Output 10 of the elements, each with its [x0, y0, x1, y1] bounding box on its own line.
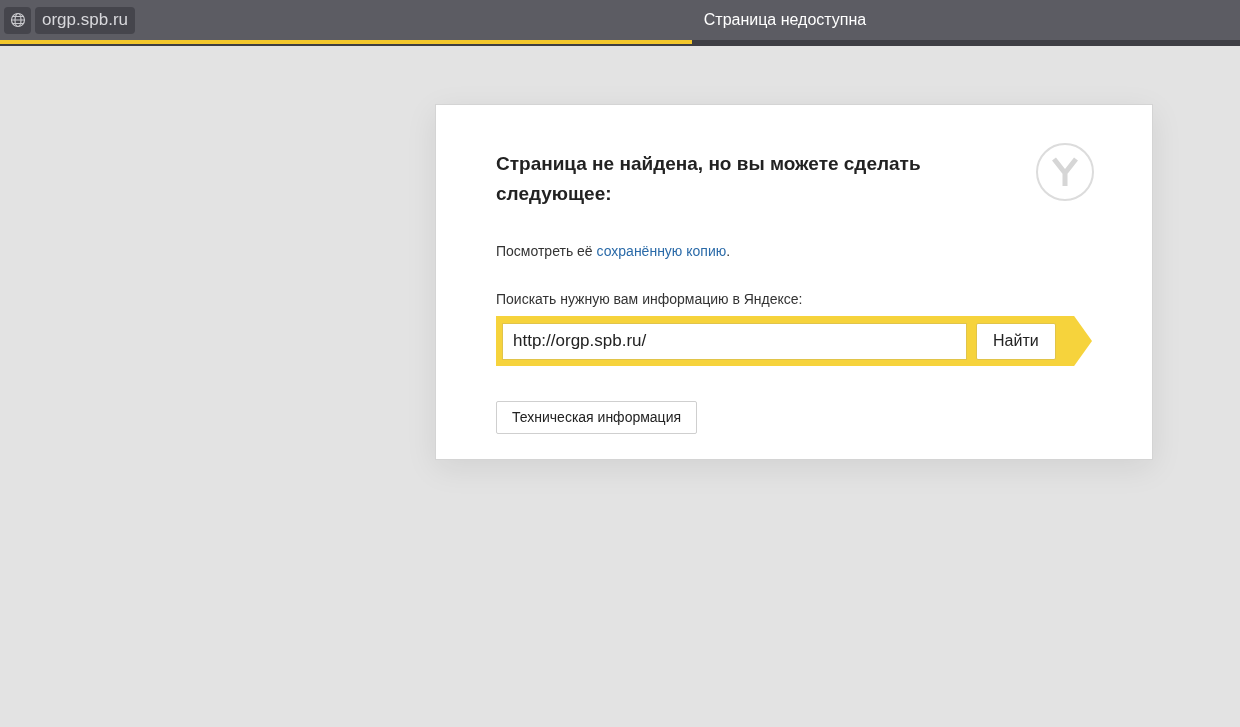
page-title: Страница недоступна — [703, 10, 867, 30]
site-address[interactable]: orgp.spb.ru — [35, 6, 135, 34]
error-heading: Страница не найдена, но вы можете сделать следующее: — [496, 152, 922, 206]
search-label: Поискать нужную вам информацию в Яндексе: — [496, 290, 804, 309]
globe-icon[interactable] — [4, 6, 31, 34]
saved-copy-text: Посмотреть её сохранённую копию. — [496, 242, 732, 261]
search-button[interactable]: Найти — [976, 322, 1056, 360]
search-input[interactable]: http://orgp.spb.ru/ — [502, 322, 967, 360]
technical-info-button[interactable]: Техническая информация — [496, 401, 698, 434]
browser-logo-icon — [1036, 143, 1094, 201]
